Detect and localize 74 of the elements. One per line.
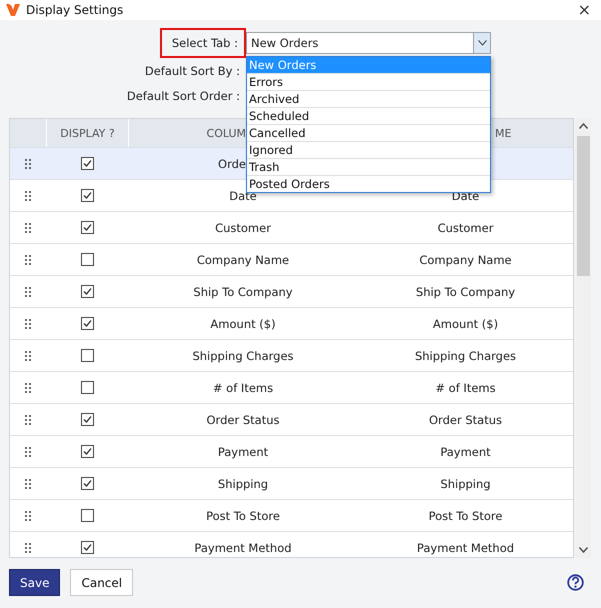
table-cell: Shipping xyxy=(440,476,491,490)
checkbox[interactable] xyxy=(80,413,94,426)
drag-handle-icon[interactable] xyxy=(25,190,31,200)
checkbox[interactable] xyxy=(80,509,94,522)
checkbox[interactable] xyxy=(80,349,94,362)
table-cell: Payment Method xyxy=(194,540,292,554)
table-cell: # of Items xyxy=(435,380,496,394)
table-cell: Order Status xyxy=(429,412,502,426)
help-icon[interactable] xyxy=(567,574,584,591)
table-cell: Shipping Charges xyxy=(414,348,516,362)
checkbox[interactable] xyxy=(80,253,94,266)
checkbox[interactable] xyxy=(80,477,94,490)
table-cell: Shipping Charges xyxy=(192,348,294,362)
column-header: DISPLAY ? xyxy=(60,126,115,140)
checkbox[interactable] xyxy=(80,285,94,298)
checkbox[interactable] xyxy=(80,221,94,234)
menu-item[interactable]: Errors xyxy=(247,73,490,90)
menu-item[interactable]: Archived xyxy=(247,90,490,107)
drag-handle-icon[interactable] xyxy=(25,382,31,392)
drag-handle-icon[interactable] xyxy=(25,446,31,456)
table-cell: Shipping xyxy=(218,476,268,490)
chevron-down-icon xyxy=(478,40,486,46)
checkbox[interactable] xyxy=(80,189,94,202)
table-cell: Payment xyxy=(440,444,491,458)
menu-item[interactable]: Trash xyxy=(247,158,490,175)
drag-handle-icon[interactable] xyxy=(25,286,31,296)
window-title: Display Settings xyxy=(26,3,124,17)
table-cell: Company Name xyxy=(196,252,290,266)
table-cell: Amount ($) xyxy=(432,316,498,330)
cancel-button[interactable]: Cancel xyxy=(70,569,134,596)
table-cell: Orde xyxy=(218,156,246,170)
scrollbar[interactable] xyxy=(575,118,591,558)
scroll-up-icon[interactable] xyxy=(578,123,588,129)
scroll-thumb[interactable] xyxy=(576,136,590,276)
menu-item[interactable]: Cancelled xyxy=(247,124,490,141)
drag-handle-icon[interactable] xyxy=(25,254,31,264)
menu-item[interactable]: Scheduled xyxy=(247,107,490,124)
checkbox[interactable] xyxy=(80,157,94,170)
logo-icon xyxy=(6,4,20,16)
scroll-down-icon[interactable] xyxy=(578,547,588,553)
column-header: COLUM xyxy=(206,126,246,140)
drag-handle-icon[interactable] xyxy=(25,542,31,552)
menu-item[interactable]: Ignored xyxy=(247,141,490,158)
table-cell: Customer xyxy=(438,220,494,234)
drag-handle-icon[interactable] xyxy=(25,478,31,488)
drag-handle-icon[interactable] xyxy=(25,318,31,328)
checkbox[interactable] xyxy=(80,381,94,394)
drag-handle-icon[interactable] xyxy=(25,350,31,360)
table-cell: Amount ($) xyxy=(210,316,276,330)
table-cell: Company Name xyxy=(419,252,512,266)
select-field[interactable]: New Orders xyxy=(246,32,491,54)
checkbox[interactable] xyxy=(80,541,94,554)
checkbox[interactable] xyxy=(80,445,94,458)
column-header: ME xyxy=(495,126,512,140)
drag-handle-icon[interactable] xyxy=(25,222,31,232)
checkbox[interactable] xyxy=(80,317,94,330)
table-cell: Post To Store xyxy=(206,508,280,522)
drag-handle-icon[interactable] xyxy=(25,510,31,520)
table-cell: # of Items xyxy=(212,380,274,394)
table-cell: Post To Store xyxy=(428,508,502,522)
table-cell: Customer xyxy=(215,220,271,234)
table-cell: Ship To Company xyxy=(193,284,293,298)
drag-handle-icon[interactable] xyxy=(25,158,31,168)
save-button[interactable]: Save xyxy=(9,569,60,596)
field-label: Default Sort By : xyxy=(144,64,241,78)
table-cell: Payment xyxy=(218,444,268,458)
field-label: Select Tab : xyxy=(160,28,246,58)
drag-handle-icon[interactable] xyxy=(25,414,31,424)
menu-item[interactable]: Posted Orders xyxy=(247,175,490,192)
table-cell: Ship To Company xyxy=(416,284,516,298)
table-cell: Order Status xyxy=(206,412,280,426)
table-cell: Payment Method xyxy=(416,540,514,554)
close-button[interactable]: × xyxy=(574,1,595,19)
field-label: Default Sort Order : xyxy=(126,88,241,102)
